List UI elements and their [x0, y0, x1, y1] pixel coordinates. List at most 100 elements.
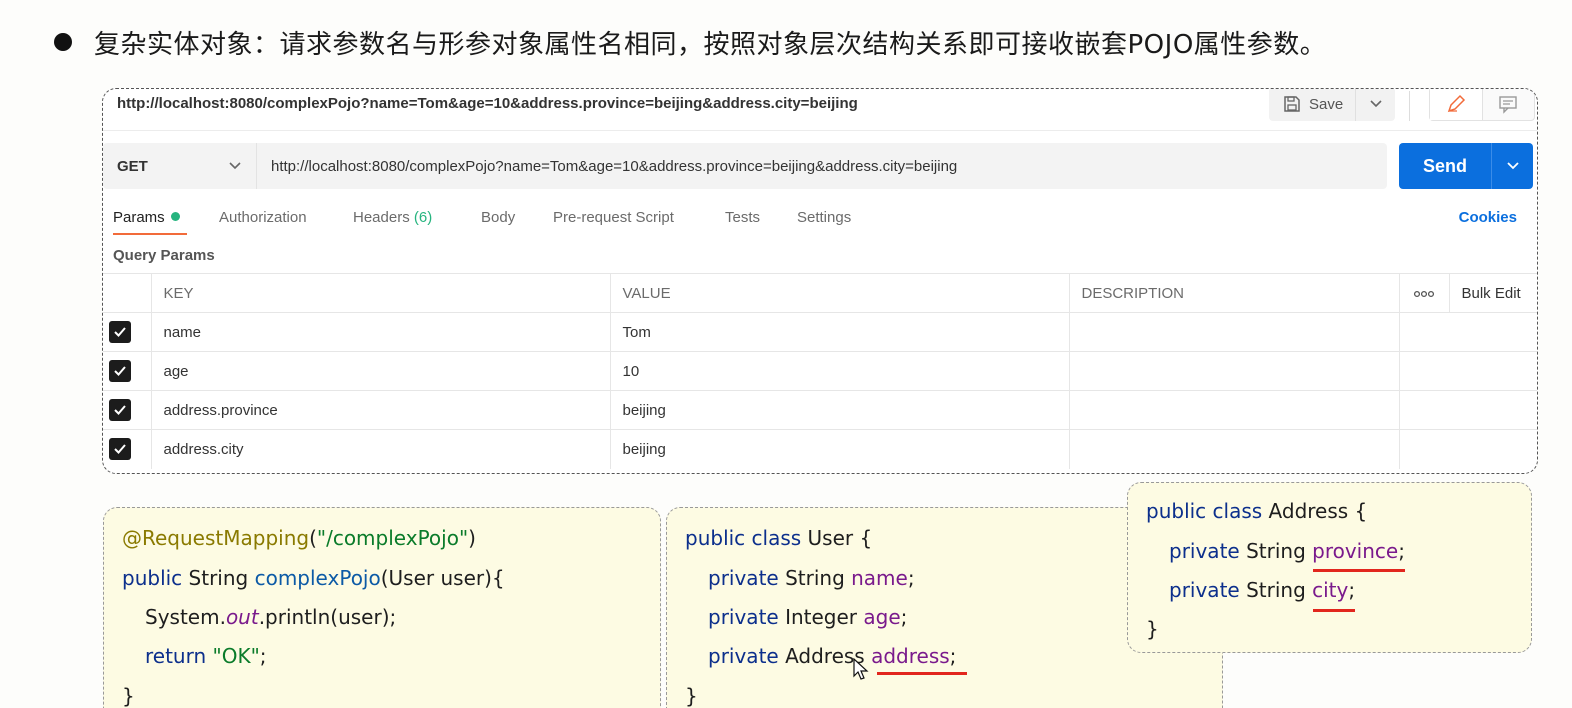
row-checkbox[interactable] [109, 360, 131, 382]
controller-code-box: @RequestMapping("/complexPojo") public S… [103, 507, 661, 708]
param-value[interactable]: Tom [609, 312, 1069, 352]
check-icon [114, 405, 126, 415]
save-options-button[interactable] [1356, 89, 1395, 121]
param-key[interactable]: age [150, 351, 610, 391]
send-button-group: Send [1399, 143, 1533, 189]
row-checkbox[interactable] [109, 321, 131, 343]
system-token: System. [145, 605, 226, 629]
tab-params[interactable]: Params [113, 209, 187, 235]
column-header-key: KEY [150, 273, 610, 313]
tab-tests[interactable]: Tests [725, 209, 760, 226]
code-line-close: } [1146, 617, 1159, 641]
address-class-code-box: public class Address { private String pr… [1127, 482, 1532, 653]
column-options-button[interactable] [1398, 273, 1449, 313]
comments-toggle-button[interactable] [1483, 89, 1535, 120]
private-keyword: private [1169, 539, 1240, 563]
param-value[interactable]: 10 [609, 351, 1069, 391]
edit-toggle-button[interactable] [1430, 89, 1483, 120]
params-table: KEY VALUE DESCRIPTION Bulk Edit name Tom… [103, 273, 1537, 469]
request-url-input[interactable]: http://localhost:8080/complexPojo?name=T… [257, 158, 957, 175]
param-description[interactable] [1068, 351, 1399, 391]
out-token: out [225, 605, 259, 629]
comment-icon [1499, 96, 1517, 114]
column-header-description: DESCRIPTION [1068, 273, 1399, 313]
save-group: Save [1269, 89, 1395, 121]
postman-request-panel: http://localhost:8080/complexPojo?name=T… [102, 88, 1538, 474]
table-row: age 10 [103, 351, 1537, 391]
param-description[interactable] [1068, 429, 1399, 469]
pencil-icon [1447, 94, 1465, 113]
row-filler [1398, 351, 1537, 391]
row-filler [1398, 312, 1537, 352]
cookies-link[interactable]: Cookies [1459, 209, 1517, 226]
send-options-button[interactable] [1491, 143, 1533, 189]
tab-headers[interactable]: Headers (6) [353, 209, 432, 226]
table-row: address.city beijing [103, 429, 1537, 469]
field-name-city: city [1312, 578, 1349, 602]
code-line-method-signature: public String complexPojo(User user){ [122, 566, 505, 590]
province-underline-mark [1313, 569, 1405, 572]
code-line-println: System.out.println(user); [145, 605, 396, 629]
save-button[interactable]: Save [1269, 89, 1357, 121]
row-filler [1398, 429, 1537, 469]
field-name: name [851, 566, 908, 590]
return-type-token: String [188, 566, 249, 590]
tab-params-label: Params [113, 209, 165, 226]
chevron-down-icon [1506, 162, 1519, 170]
public-keyword: public [122, 566, 183, 590]
param-description[interactable] [1068, 390, 1399, 430]
semicolon-token: ; [259, 644, 267, 668]
code-line-annotation: @RequestMapping("/complexPojo") [122, 526, 476, 550]
code-line-close: } [122, 684, 135, 708]
semicolon-token: ; [1398, 539, 1405, 563]
request-title-row: http://localhost:8080/complexPojo?name=T… [103, 89, 1537, 131]
check-icon [114, 444, 126, 455]
check-icon [114, 366, 126, 376]
request-title-url[interactable]: http://localhost:8080/complexPojo?name=T… [117, 95, 858, 112]
param-key[interactable]: address.province [150, 390, 610, 430]
tab-authorization[interactable]: Authorization [219, 209, 307, 226]
code-line-field: private String province; [1169, 539, 1405, 563]
param-key[interactable]: address.city [150, 429, 610, 469]
field-type: String [1246, 539, 1306, 563]
params-token: (User user){ [380, 566, 505, 590]
code-line-close: } [685, 684, 698, 708]
chevron-down-icon [229, 162, 241, 170]
address-underline-mark [877, 672, 967, 675]
column-header-value: VALUE [609, 273, 1069, 313]
view-toggle-group [1429, 89, 1535, 121]
bullet-dot-icon [54, 33, 72, 51]
tab-pre-request-script[interactable]: Pre-request Script [553, 209, 674, 226]
tab-body[interactable]: Body [481, 209, 515, 226]
save-label: Save [1309, 95, 1344, 113]
code-line-field: private Integer age; [708, 605, 907, 629]
path-string-token: "/complexPojo" [316, 526, 469, 550]
row-checkbox-cell [103, 429, 151, 469]
param-value[interactable]: beijing [609, 390, 1069, 430]
save-icon [1284, 96, 1300, 112]
bulk-edit-button[interactable]: Bulk Edit [1448, 273, 1537, 313]
tab-settings[interactable]: Settings [797, 209, 851, 226]
field-name-province: province [1312, 539, 1399, 563]
row-checkbox[interactable] [109, 438, 131, 461]
code-line-field: private Address address; [708, 644, 956, 668]
param-description[interactable] [1068, 312, 1399, 352]
field-type: String [785, 566, 845, 590]
city-underline-mark [1313, 609, 1355, 612]
method-select[interactable]: GET [103, 143, 257, 189]
code-line-class-decl: public class User { [685, 526, 872, 550]
semicolon-token: ; [949, 644, 957, 668]
private-keyword: private [708, 605, 779, 629]
table-header-row: KEY VALUE DESCRIPTION Bulk Edit [103, 273, 1537, 313]
more-horizontal-icon [1413, 290, 1435, 297]
send-button[interactable]: Send [1399, 156, 1491, 177]
public-class-keyword: public class [1146, 499, 1263, 523]
params-active-dot-icon [170, 212, 180, 221]
row-checkbox[interactable] [109, 399, 131, 421]
param-key[interactable]: name [150, 312, 610, 352]
table-row: name Tom [103, 312, 1537, 352]
row-checkbox-cell [103, 312, 151, 352]
param-value[interactable]: beijing [609, 429, 1069, 469]
code-line-return: return "OK"; [145, 644, 267, 668]
table-row: address.province beijing [103, 390, 1537, 430]
